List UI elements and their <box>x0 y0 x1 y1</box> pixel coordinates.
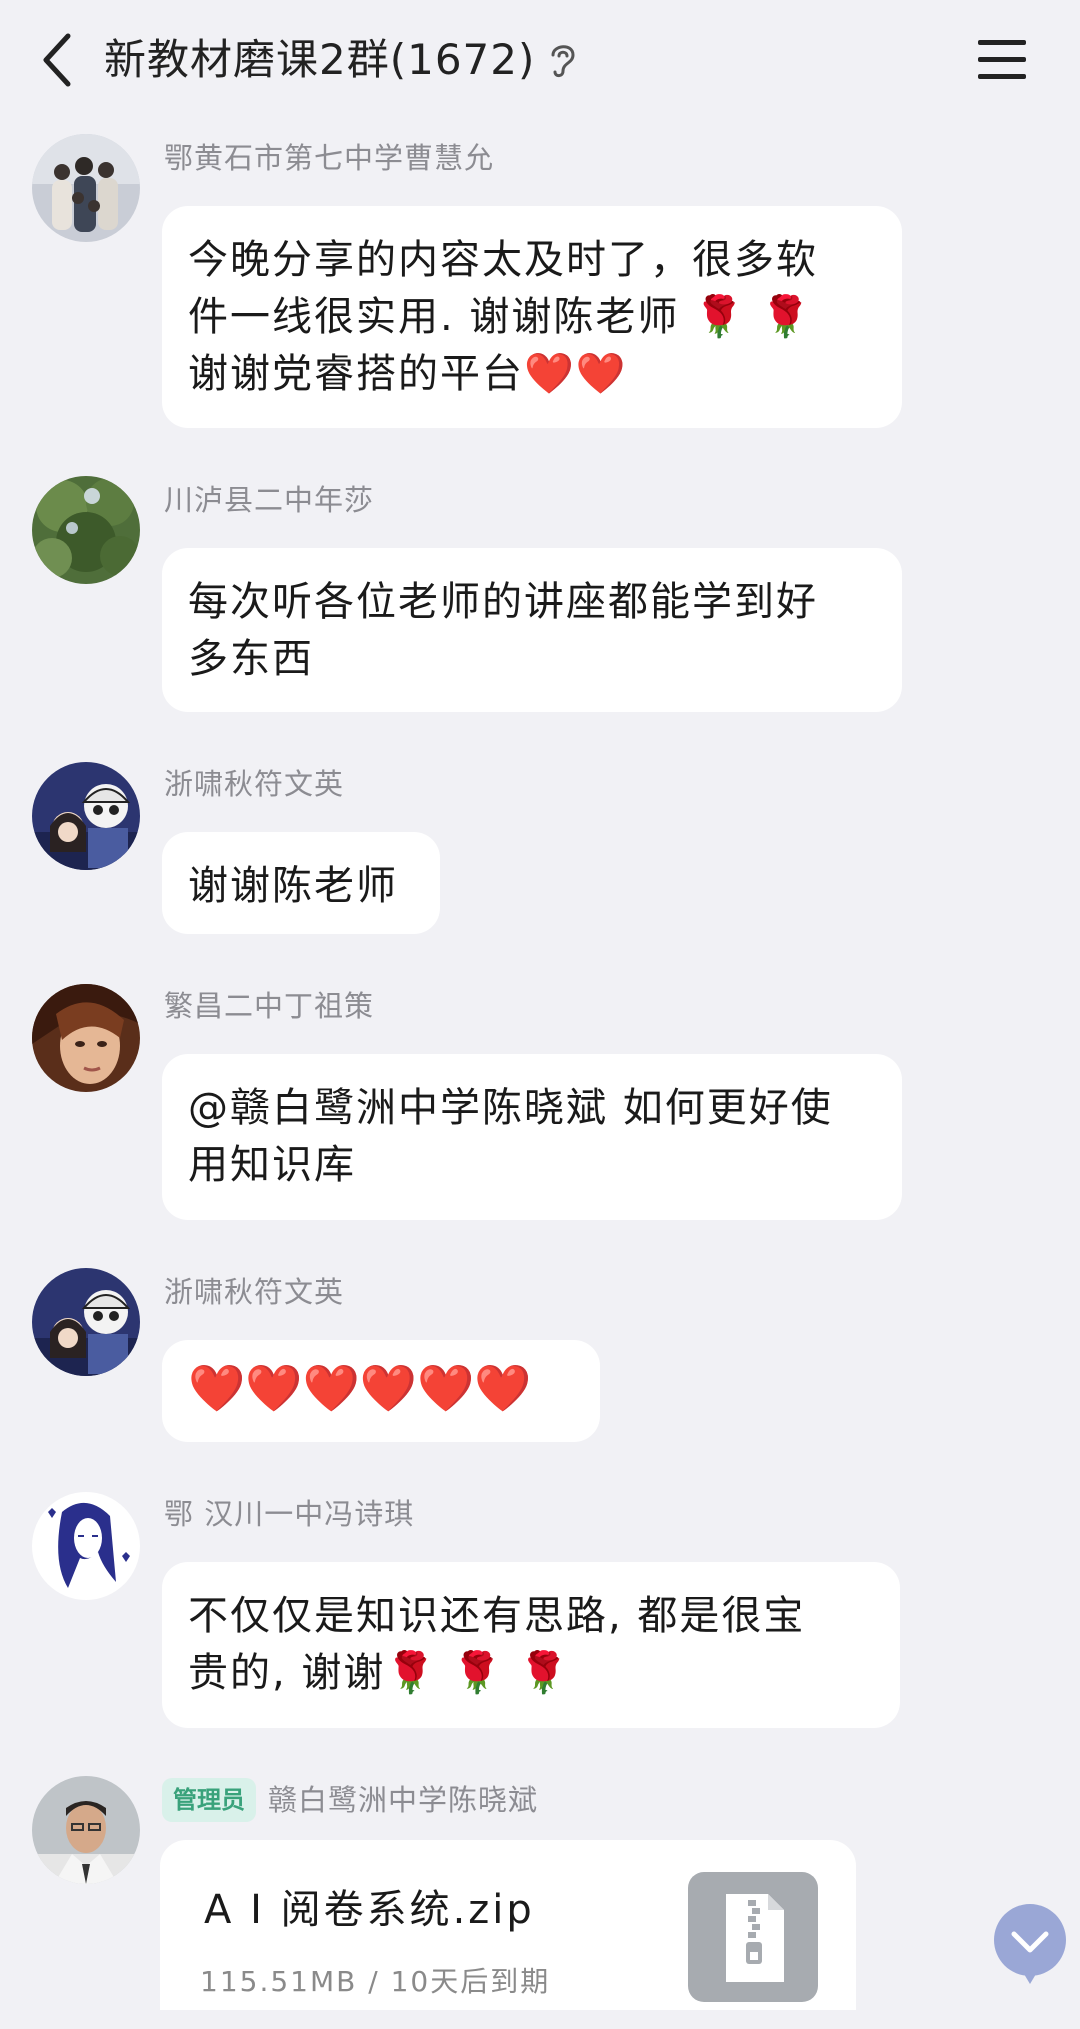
back-button[interactable] <box>28 26 88 94</box>
message-bubble[interactable]: 谢谢陈老师 <box>162 832 440 934</box>
chat-header: 新教材磨课2群(1672) <box>0 0 1080 120</box>
avatar[interactable] <box>32 1492 140 1600</box>
avatar[interactable] <box>32 984 140 1092</box>
sender-name: 繁昌二中丁祖策 <box>164 989 375 1023</box>
avatar[interactable] <box>32 762 140 870</box>
message-bubble[interactable]: 不仅仅是知识还有思路, 都是很宝 贵的, 谢谢🌹 🌹 🌹 <box>162 1562 900 1728</box>
sender-name: 浙啸秋符文英 <box>164 1275 345 1309</box>
rose-emoji: 🌹 🌹 <box>694 294 813 340</box>
sender-name: 赣白鹭洲中学陈晓斌 <box>268 1783 539 1817</box>
admin-badge: 管理员 <box>162 1778 256 1822</box>
message-line: 贵的, 谢谢🌹 🌹 🌹 <box>188 1650 571 1696</box>
avatar[interactable] <box>32 1268 140 1376</box>
avatar[interactable] <box>32 134 140 242</box>
avatar[interactable] <box>32 1776 140 1884</box>
message-line: 今晚分享的内容太及时了，很多软 <box>188 237 818 283</box>
message-line: 不仅仅是知识还有思路, 都是很宝 <box>188 1593 806 1639</box>
file-name: A I 阅卷系统.zip <box>204 1887 535 1933</box>
message-bubble[interactable]: 今晚分享的内容太及时了，很多软 件一线很实用. 谢谢陈老师 🌹 🌹 谢谢党睿搭的… <box>162 206 902 428</box>
zip-file-icon <box>688 1872 818 2002</box>
sender-name: 川泸县二中年莎 <box>164 483 375 517</box>
message-line: 用知识库 <box>188 1142 356 1188</box>
message-line: 每次听各位老师的讲座都能学到好 <box>188 579 818 625</box>
scroll-to-bottom-button[interactable] <box>980 1900 1080 2010</box>
message-line: 谢谢陈老师 <box>188 863 398 909</box>
message-bubble[interactable]: 每次听各位老师的讲座都能学到好 多东西 <box>162 548 902 712</box>
file-message-card[interactable]: A I 阅卷系统.zip 115.51MB / 10天后到期 <box>160 1840 856 2029</box>
file-meta: 115.51MB / 10天后到期 <box>200 1965 551 1998</box>
chevron-left-icon <box>43 33 71 87</box>
chevron-down-icon <box>994 1904 1066 1984</box>
heart-emoji: ❤️❤️❤️❤️❤️❤️ <box>188 1361 532 1415</box>
hamburger-menu-icon <box>978 40 1026 79</box>
menu-button[interactable] <box>972 32 1032 88</box>
ear-icon[interactable] <box>545 39 579 81</box>
message-bubble[interactable]: @赣白鹭洲中学陈晓斌 如何更好使 用知识库 <box>162 1054 902 1220</box>
sender-name: 浙啸秋符文英 <box>164 767 345 801</box>
message-line: 谢谢党睿搭的平台❤️❤️ <box>188 351 628 397</box>
rose-emoji: 🌹 🌹 🌹 <box>385 1650 571 1696</box>
avatar[interactable] <box>32 476 140 584</box>
bottom-bar <box>0 2010 1080 2029</box>
heart-emoji: ❤️❤️ <box>524 351 628 397</box>
message-line: @赣白鹭洲中学陈晓斌 如何更好使 <box>188 1085 833 1131</box>
message-line: 多东西 <box>188 636 314 682</box>
sender-name: 鄂 汉川一中冯诗琪 <box>164 1497 415 1531</box>
sender-name: 鄂黄石市第七中学曹慧允 <box>164 141 495 175</box>
chat-title: 新教材磨课2群(1672) <box>104 35 536 84</box>
message-bubble[interactable]: ❤️❤️❤️❤️❤️❤️ <box>162 1340 600 1442</box>
message-line: 件一线很实用. 谢谢陈老师 🌹 🌹 <box>188 294 813 340</box>
